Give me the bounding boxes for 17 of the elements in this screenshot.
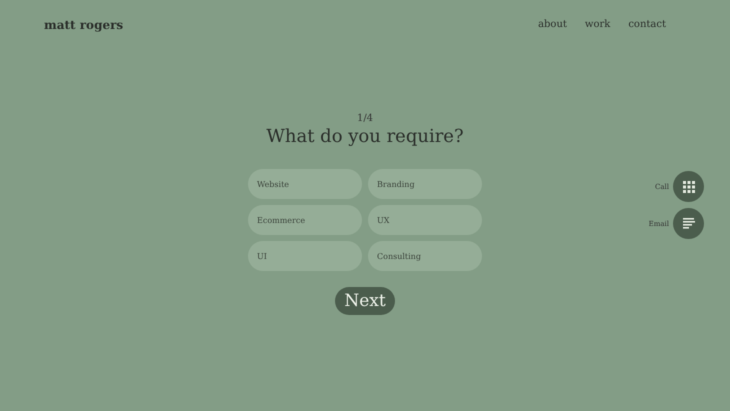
option-button[interactable]: UI [248, 241, 362, 271]
keypad-icon [682, 180, 694, 192]
nav-link[interactable]: contact [628, 19, 666, 30]
option-button[interactable]: Consulting [368, 241, 482, 271]
option-button[interactable]: Website [248, 169, 362, 199]
site-logo[interactable]: matt rogers [44, 18, 124, 32]
option-button[interactable]: UX [368, 205, 482, 235]
nav-link[interactable]: work [584, 19, 610, 30]
text-lines-icon [682, 218, 694, 229]
option-button[interactable]: Ecommerce [248, 205, 362, 235]
call-button[interactable] [673, 171, 704, 202]
nav-link[interactable]: about [538, 19, 567, 30]
option-button[interactable]: Branding [368, 169, 482, 199]
question-heading: What do you require? [266, 126, 464, 147]
step-counter: 1/4 [356, 113, 374, 124]
next-button[interactable]: Next [335, 287, 395, 315]
email-button[interactable] [673, 208, 704, 239]
